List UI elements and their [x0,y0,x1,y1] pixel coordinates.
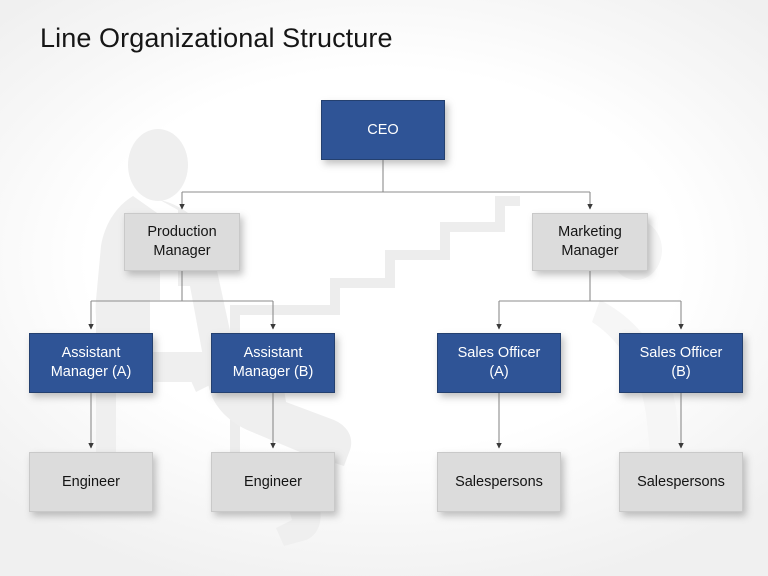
org-node-marketing-manager-label: Marketing Manager [558,224,622,259]
org-node-salespersons-a-label: Salespersons [455,473,543,490]
org-node-sales-officer-a[interactable]: Sales Officer (A) [437,333,561,393]
org-node-engineer-b-label: Engineer [243,473,303,490]
org-node-salespersons-b-label: Salespersons [637,473,725,490]
org-node-engineer-a[interactable]: Engineer [29,452,153,512]
org-node-salespersons-a[interactable]: Salespersons [437,452,561,512]
slide-canvas: Line Organizational Structure CEO Produc… [0,0,768,576]
org-node-sales-officer-b[interactable]: Sales Officer (B) [619,333,743,393]
org-node-assistant-manager-a[interactable]: Assistant Manager (A) [29,333,153,393]
org-node-production-manager-label: Production Manager [147,224,217,259]
org-node-engineer-b[interactable]: Engineer [211,452,335,512]
org-node-ceo-label: CEO [367,121,399,138]
org-node-sales-officer-a-label: Sales Officer (A) [457,345,541,380]
org-node-engineer-a-label: Engineer [61,473,121,490]
org-node-assistant-manager-a-label: Assistant Manager (A) [50,345,132,380]
org-node-ceo[interactable]: CEO [321,100,445,160]
org-node-assistant-manager-b[interactable]: Assistant Manager (B) [211,333,335,393]
org-node-salespersons-b[interactable]: Salespersons [619,452,743,512]
org-node-marketing-manager[interactable]: Marketing Manager [532,213,648,271]
org-node-sales-officer-b-label: Sales Officer (B) [639,345,723,380]
org-node-production-manager[interactable]: Production Manager [124,213,240,271]
page-title: Line Organizational Structure [40,23,393,53]
org-node-assistant-manager-b-label: Assistant Manager (B) [232,345,314,380]
